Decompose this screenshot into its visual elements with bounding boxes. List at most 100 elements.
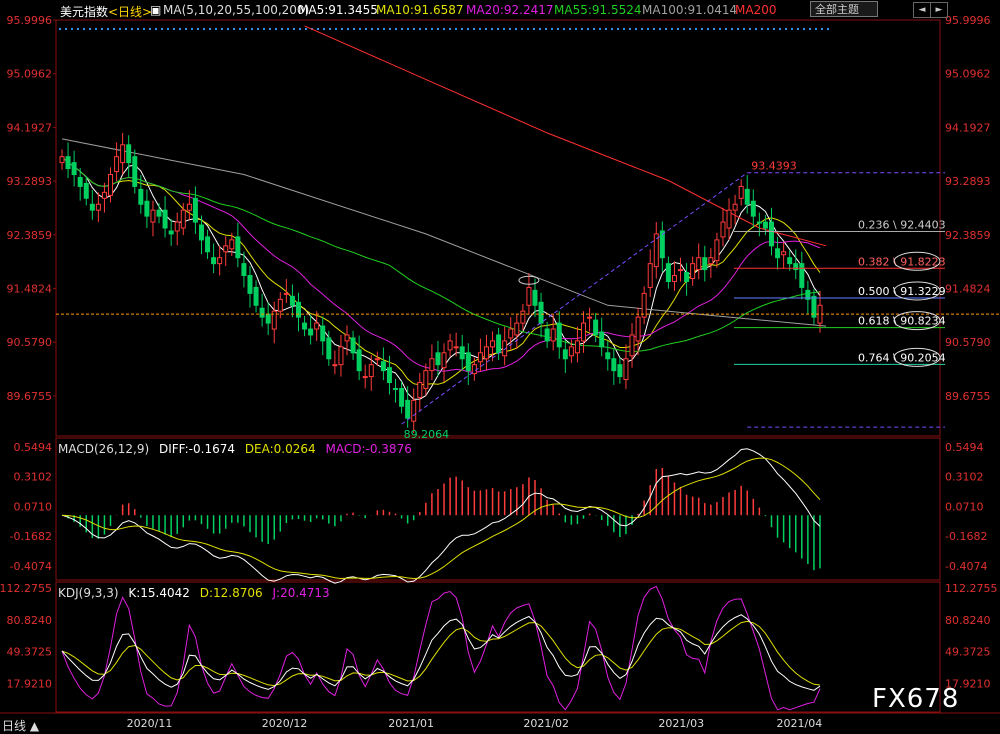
ma-settings-icon[interactable]: ▣ (150, 3, 161, 17)
candle-body (696, 257, 702, 271)
candle-body (787, 257, 793, 265)
candle-body (684, 272, 690, 282)
marker-dot (688, 27, 692, 31)
marker-dot (454, 27, 458, 31)
fib-level-label: 0.764 \ 90.2054 (858, 351, 946, 364)
candle-body (459, 346, 465, 360)
macd-tick-right: -0.4074 (945, 560, 987, 573)
marker-dot (820, 27, 824, 31)
symbol-name: 美元指数 (60, 5, 109, 19)
marker-dot (664, 27, 668, 31)
candle-body (65, 156, 71, 170)
x-axis-label: 2021/03 (658, 717, 704, 730)
price-panel-frame (55, 19, 941, 437)
candle-body (174, 221, 180, 232)
candle-body (411, 399, 417, 422)
candle-body (150, 209, 156, 223)
marker-dot (286, 27, 290, 31)
kdj-d-value: D:12.8706 (199, 586, 263, 600)
marker-dot (394, 27, 398, 31)
indicator-header-bar: 美元指数 <日线> ▣ MA(5,10,20,55,100,200) MA5:9… (0, 0, 1000, 20)
candle-body (562, 349, 568, 360)
candle-body (380, 361, 386, 372)
candle-body (568, 346, 574, 357)
candle-body (77, 176, 83, 187)
candle-body (629, 334, 635, 357)
candle-body (144, 200, 150, 217)
marker-dot (592, 27, 596, 31)
candle-body (714, 239, 720, 262)
macd-tick-left: -0.1682 (10, 530, 52, 543)
candle-body (477, 352, 483, 363)
marker-dot (652, 27, 656, 31)
kdj-tick-left: 80.8240 (7, 614, 53, 627)
marker-dot (766, 27, 770, 31)
kdj-j-line (61, 585, 821, 711)
marker-dot (388, 27, 392, 31)
marker-dot (400, 27, 404, 31)
candle-body (132, 156, 138, 187)
period-tab[interactable]: 日线 ▲ (2, 717, 39, 734)
marker-dot (256, 27, 260, 31)
stock-chart[interactable]: 95.9996 95.999695.0962 95.096294.1927 94.19… (0, 0, 1000, 734)
marker-dot (118, 27, 122, 31)
marker-dot (718, 27, 722, 31)
candle-body (223, 245, 229, 253)
candle-body (732, 203, 738, 211)
marker-dot (508, 27, 512, 31)
candle-body (508, 328, 514, 339)
marker-dot (232, 27, 236, 31)
candle-body (611, 358, 617, 372)
candle-body (587, 316, 593, 319)
period-label[interactable]: <日线> (108, 3, 152, 20)
candle-body (350, 337, 356, 354)
candle-body (550, 328, 556, 342)
marker-dot (376, 27, 380, 31)
marker-dot (484, 27, 488, 31)
marker-dot (298, 27, 302, 31)
macd-macd-value: MACD:-0.3876 (325, 442, 412, 456)
kdj-params: KDJ(9,3,3) (58, 586, 119, 600)
candle-body (799, 263, 805, 288)
marker-dot (796, 27, 800, 31)
next-arrow-icon[interactable]: ► (930, 2, 948, 18)
marker-dot (196, 27, 200, 31)
prev-arrow-icon[interactable]: ◄ (913, 2, 931, 18)
ma55-value: MA55:91.5524 (554, 3, 642, 17)
candle-body (514, 322, 520, 336)
x-axis-label: 2020/11 (127, 717, 173, 730)
candle-body (295, 301, 301, 318)
marker-dot (94, 27, 98, 31)
marker-dot (562, 27, 566, 31)
candle-body (738, 185, 744, 199)
candle-body (405, 399, 411, 419)
marker-dot (658, 27, 662, 31)
marker-dot (460, 27, 464, 31)
candle-body (120, 144, 126, 164)
marker-dot (106, 27, 110, 31)
marker-dot (370, 27, 374, 31)
price-tick-left: 90.5790 (7, 336, 53, 349)
candle-body (289, 295, 295, 306)
marker-dot (418, 27, 422, 31)
candle-body (526, 286, 532, 306)
macd-tick-left: 0.3102 (14, 471, 53, 484)
candle-body (283, 292, 289, 295)
marker-dot (550, 27, 554, 31)
marker-dot (190, 27, 194, 31)
ma20-value: MA20:92.2417 (466, 3, 554, 17)
kdj-tick-right: 80.8240 (945, 614, 991, 627)
marker-dot (202, 27, 206, 31)
marker-dot (142, 27, 146, 31)
candle-body (775, 248, 781, 259)
ma5-value: MA5:91.3455 (298, 3, 378, 17)
macd-diff-value: DIFF:-0.1674 (158, 442, 235, 456)
macd-label-bar: MACD(26,12,9) DIFF:-0.1674 DEA:0.0264 MA… (58, 442, 418, 456)
marker-dot (760, 27, 764, 31)
marker-dot (610, 27, 614, 31)
marker-dot (808, 27, 812, 31)
candle-body (386, 367, 392, 384)
theme-selector-button[interactable]: 全部主题 (810, 1, 878, 17)
kdj-label-bar: KDJ(9,3,3) K:15.4042 D:12.8706 J:20.4713 (58, 586, 336, 600)
marker-dot (568, 27, 572, 31)
